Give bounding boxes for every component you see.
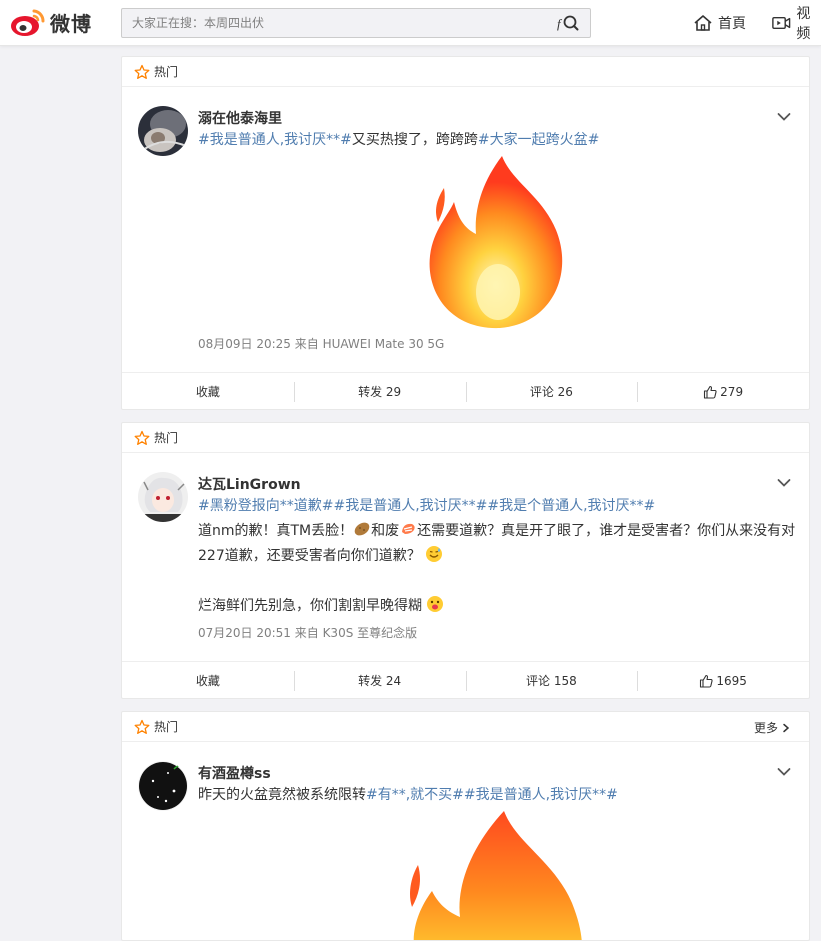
chevron-down-icon[interactable] xyxy=(777,478,791,488)
star-icon xyxy=(134,64,150,79)
post-meta: 08月09日 20:25 来自 HUAWEI Mate 30 5G xyxy=(198,337,445,351)
more-label: 更多 xyxy=(753,721,778,735)
section-label: 热门 xyxy=(154,720,179,734)
post-card: 热门 溺在他泰海里 #我是普通人,我讨厌**#又买热搜了，跨跨跨#大家一起跨火盆… xyxy=(121,56,810,410)
post-text-line: 和废 xyxy=(371,523,400,539)
video-icon xyxy=(772,17,791,29)
topic-link[interactable]: #有**,就不买##我是普通人,我讨厌**# xyxy=(366,787,618,803)
repost-label: 转发 29 xyxy=(358,385,402,399)
search-icon[interactable]: f xyxy=(556,13,580,33)
post-text-plain: 又买热搜了，跨跨跨 xyxy=(351,132,478,148)
like-count: 1695 xyxy=(716,673,747,688)
post-card: 热门 更多 有酒盈樽ss 昨天的火盆竟然被系统限转#有**,就不买##我是普通人… xyxy=(121,711,810,941)
like-button[interactable]: 1695 xyxy=(637,662,809,699)
repost-button[interactable]: 转发 29 xyxy=(293,373,466,410)
sweat-smile-emoji-icon xyxy=(426,546,443,562)
topic-link[interactable]: #我是普通人,我讨厌**# xyxy=(198,132,352,148)
nav-video-label: 视频 xyxy=(796,6,811,42)
section-label: 热门 xyxy=(154,65,179,79)
card-header: 热门 更多 xyxy=(122,712,809,742)
username[interactable]: 溺在他泰海里 xyxy=(198,108,282,128)
svg-text:f: f xyxy=(557,16,563,31)
chevron-down-icon[interactable] xyxy=(777,767,791,777)
post-text-line: 道nm的歉！真TM丢脸！ xyxy=(198,523,354,539)
post-text-plain: 昨天的火盆竟然被系统限转 xyxy=(198,787,366,803)
post-meta: 07月20日 20:51 来自 K30S 至尊纪念版 xyxy=(198,626,418,640)
card-header: 热门 xyxy=(122,57,809,87)
like-button[interactable]: 279 xyxy=(637,373,809,410)
post-text-line: 还需要道歉？真是开了眼了，谁才是受害者？你们从来没有对 xyxy=(417,523,796,539)
potato-emoji-icon xyxy=(354,522,370,536)
star-icon xyxy=(134,430,150,445)
weibo-logo-icon xyxy=(11,9,45,36)
fire-emoji-image[interactable] xyxy=(424,152,570,330)
avatar[interactable] xyxy=(138,761,188,811)
like-count: 279 xyxy=(720,384,744,399)
home-icon xyxy=(694,15,712,31)
username[interactable]: 达瓦LinGrown xyxy=(198,474,301,494)
nav-home-label: 首頁 xyxy=(718,16,746,32)
search-input[interactable] xyxy=(122,9,552,37)
post-card: 热门 达瓦LinGrown #黑粉登报向**道歉##我是普通人,我讨厌**##我… xyxy=(121,422,810,699)
nav-video[interactable]: 视频 xyxy=(772,6,821,42)
repost-button[interactable]: 转发 24 xyxy=(293,662,466,699)
action-bar: 收藏 转发 29 评论 26 279 xyxy=(122,372,809,410)
topic-link[interactable]: #黑粉登报向**道歉##我是普通人,我讨厌**##我是个普通人,我讨厌**# xyxy=(198,498,655,514)
topic-link[interactable]: #大家一起跨火盆# xyxy=(478,132,599,148)
logo-text: 微博 xyxy=(50,11,92,36)
collect-label: 收藏 xyxy=(195,385,220,399)
card-header: 热门 xyxy=(122,423,809,453)
search-box: f xyxy=(121,8,591,38)
post-text-line: 烂海鲜们先别急，你们割割早晚得糊 xyxy=(198,598,422,614)
chevron-down-icon[interactable] xyxy=(777,112,791,122)
more-link[interactable]: 更多 xyxy=(754,719,795,736)
chevron-right-icon xyxy=(783,723,790,732)
top-navigation-bar: 微博 f 首頁 视频 xyxy=(0,0,821,46)
post-text: #黑粉登报向**道歉##我是普通人,我讨厌**##我是个普通人,我讨厌**# 道… xyxy=(198,494,798,619)
section-label: 热门 xyxy=(154,431,179,445)
collect-label: 收藏 xyxy=(195,674,220,688)
fire-emoji-image[interactable] xyxy=(404,807,594,941)
collect-button[interactable]: 收藏 xyxy=(122,373,294,410)
comment-button[interactable]: 评论 158 xyxy=(465,662,638,699)
comment-label: 评论 158 xyxy=(526,674,577,688)
post-text-line: 227道歉，还要受害者向你们道歉？ xyxy=(198,548,421,564)
weibo-logo[interactable]: 微博 xyxy=(10,5,96,39)
collect-button[interactable]: 收藏 xyxy=(122,662,294,699)
repost-label: 转发 24 xyxy=(358,674,402,688)
avatar[interactable] xyxy=(138,106,188,156)
post-text: #我是普通人,我讨厌**#又买热搜了，跨跨跨#大家一起跨火盆# xyxy=(198,128,798,153)
post-text: 昨天的火盆竟然被系统限转#有**,就不买##我是普通人,我讨厌**# xyxy=(198,783,798,808)
thumbs-up-icon xyxy=(700,674,713,688)
comment-button[interactable]: 评论 26 xyxy=(465,373,638,410)
username[interactable]: 有酒盈樽ss xyxy=(198,763,271,783)
nav-home[interactable]: 首頁 xyxy=(693,11,746,35)
avatar[interactable] xyxy=(138,472,188,522)
star-icon xyxy=(134,719,150,734)
action-bar: 收藏 转发 24 评论 158 1695 xyxy=(122,661,809,699)
shrimp-emoji-icon xyxy=(402,523,415,534)
drooling-emoji-icon xyxy=(427,596,444,612)
thumbs-up-icon xyxy=(704,385,717,399)
comment-label: 评论 26 xyxy=(529,385,573,399)
